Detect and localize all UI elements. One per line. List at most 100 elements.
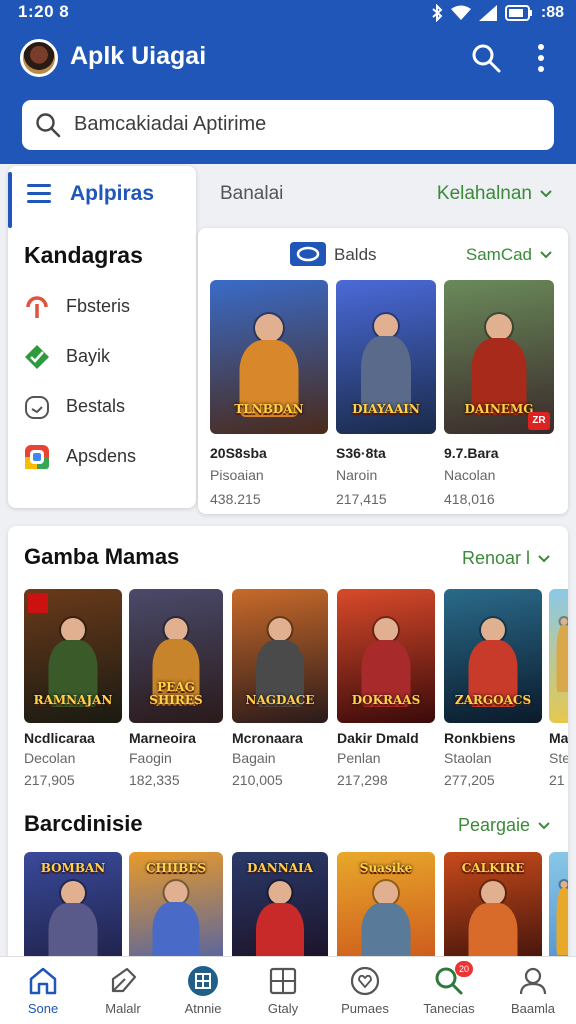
- game-subtitle: Decolan: [24, 750, 76, 766]
- tab-right[interactable]: Kelahalnan: [437, 183, 552, 205]
- game-cover: NAGDACE: [232, 589, 328, 723]
- cover-title: TLNBDAN: [234, 402, 304, 416]
- game-cover: CHIIBES: [129, 852, 223, 966]
- cover-title: PEAG SHIRES: [149, 680, 203, 707]
- nav-profile[interactable]: Baamla: [493, 957, 573, 1024]
- game-card[interactable]: DOKRAAS Dakir Dmald Penlan 217,298: [337, 589, 435, 790]
- hero-head: [268, 881, 292, 904]
- chevron-down-icon: [540, 251, 552, 259]
- search-icon[interactable]: [470, 42, 502, 74]
- game-card[interactable]: PEAG SHIRES Marneoira Faogin 182,335: [129, 589, 223, 790]
- status-time: 1:20 8: [18, 2, 70, 21]
- hero-head: [481, 618, 505, 642]
- game-subtitle: Nacolan: [444, 467, 496, 483]
- featured-card: Balds SamCad TLNBDAN 20S8sba Pisoaian 43…: [198, 228, 568, 514]
- pin-icon: [26, 296, 48, 318]
- nav-favorites[interactable]: Pumaes: [325, 957, 405, 1024]
- nav-grid[interactable]: Atnnie: [163, 957, 243, 1024]
- section2-link[interactable]: Peargaie: [458, 815, 550, 836]
- menu-heading: Kandagras: [24, 242, 143, 268]
- featured-label: Balds: [334, 245, 377, 264]
- cover-title: ZARGOACS: [454, 693, 532, 707]
- featured-game-3[interactable]: DAINEMG ZR 9.7.Bara Nacolan 418,016: [444, 280, 554, 509]
- game-cover: RAMNAJAN: [24, 589, 122, 723]
- game-card[interactable]: ZARGOACS Ronkbiens Staolan 277,205: [444, 589, 542, 790]
- eye-toggle-icon[interactable]: [290, 242, 326, 266]
- game-subtitle: Pisoaian: [210, 467, 264, 483]
- active-accent: [8, 172, 12, 228]
- status-bar: 1:20 8 :88: [0, 0, 576, 26]
- game-cover: ZARGOACS: [444, 589, 542, 723]
- nav-search[interactable]: 20 Tanecias: [409, 957, 489, 1024]
- avatar-icon[interactable]: [20, 39, 58, 77]
- menu-item-2[interactable]: Bayik: [22, 338, 192, 374]
- game-card[interactable]: DANNAIA: [232, 852, 328, 966]
- game-cover: DANNAIA: [232, 852, 328, 966]
- chrome-icon: [25, 445, 49, 469]
- cover-title: CHIIBES: [145, 861, 207, 875]
- nav-tag[interactable]: Malalr: [83, 957, 163, 1024]
- menu-item-3[interactable]: Bestals: [22, 388, 192, 424]
- nav-label: Baamla: [510, 1001, 556, 1016]
- menu-item-1[interactable]: Fbsteris: [22, 288, 192, 324]
- chevron-down-icon: [538, 821, 550, 829]
- hero-head: [164, 881, 188, 904]
- game-count: 438.215: [210, 491, 261, 507]
- search-bar[interactable]: Bamcakiadai Aptirime: [22, 100, 554, 150]
- hero-head: [481, 881, 505, 905]
- window-icon: [269, 967, 297, 995]
- featured-sort[interactable]: SamCad: [466, 245, 552, 265]
- hero-body: [556, 625, 568, 692]
- section2-title: Barcdinisie: [24, 811, 143, 836]
- game-cover: DAINEMG ZR: [444, 280, 554, 434]
- cover-title: BOMBAN: [40, 861, 106, 875]
- game-card[interactable]: BOMBAN: [24, 852, 122, 966]
- game-card[interactable]: RAMNAJAN Ncdlicaraa Decolan 217,905: [24, 589, 122, 790]
- cover-title: DANNAIA: [247, 861, 313, 875]
- hero-head: [374, 881, 398, 905]
- check-shield-icon: [25, 345, 49, 369]
- game-card[interactable]: [549, 852, 568, 966]
- menu-item-4[interactable]: Apsdens: [22, 438, 192, 474]
- rating-badge: ZR: [528, 412, 550, 430]
- cover-title: RAMNAJAN: [33, 693, 113, 707]
- game-cover: DIAYAAIN: [336, 280, 436, 434]
- game-count: 21: [549, 772, 565, 788]
- hamburger-icon[interactable]: [27, 184, 51, 204]
- game-count: 210,005: [232, 772, 283, 788]
- game-card[interactable]: Ma Ste 21: [549, 589, 568, 790]
- game-card[interactable]: NAGDACE Mcronaara Bagain 210,005: [232, 589, 328, 790]
- bottom-nav: Sone Malalr Atnnie Gtaly Pumaes 20 Tanec…: [0, 956, 576, 1024]
- section1-link[interactable]: Renoar l: [462, 548, 550, 569]
- chevron-down-icon: [540, 190, 552, 198]
- tab-left[interactable]: Banalai: [220, 183, 283, 205]
- game-subtitle: Ste: [549, 750, 568, 766]
- more-vert-icon[interactable]: [530, 42, 552, 74]
- wifi-icon: [450, 5, 471, 20]
- featured-game-1[interactable]: TLNBDAN 20S8sba Pisoaian 438.215: [210, 280, 328, 509]
- cover-title: DOKRAAS: [351, 693, 421, 707]
- status-icons: :88: [431, 3, 564, 23]
- nav-window[interactable]: Gtaly: [243, 957, 323, 1024]
- menu-item-label: Bayik: [66, 346, 111, 366]
- person-icon: [519, 967, 547, 995]
- home-icon: [29, 967, 57, 995]
- nav-label: Gtaly: [267, 1001, 299, 1016]
- nav-home[interactable]: Sone: [3, 957, 83, 1024]
- game-card[interactable]: CHIIBES: [129, 852, 223, 966]
- game-card[interactable]: CALKIRE: [444, 852, 542, 966]
- app-title: Aplk Uiagai: [70, 42, 207, 70]
- game-cover: PEAG SHIRES: [129, 589, 223, 723]
- search-input[interactable]: Bamcakiadai Aptirime: [74, 113, 266, 136]
- game-subtitle: Faogin: [129, 750, 172, 766]
- nav-label: Atnnie: [184, 1001, 222, 1016]
- menu-brand[interactable]: Aplpiras: [70, 182, 154, 206]
- game-title: 9.7.Bara: [444, 445, 499, 461]
- game-card[interactable]: Suasike: [337, 852, 435, 966]
- hero-head: [164, 618, 188, 641]
- hero-head: [486, 314, 512, 340]
- featured-game-2[interactable]: DIAYAAIN S36·8ta Naroin 217,415: [336, 280, 436, 509]
- featured-sort-label: SamCad: [465, 245, 532, 264]
- game-cover: [549, 852, 568, 966]
- cover-title: NAGDACE: [245, 693, 315, 707]
